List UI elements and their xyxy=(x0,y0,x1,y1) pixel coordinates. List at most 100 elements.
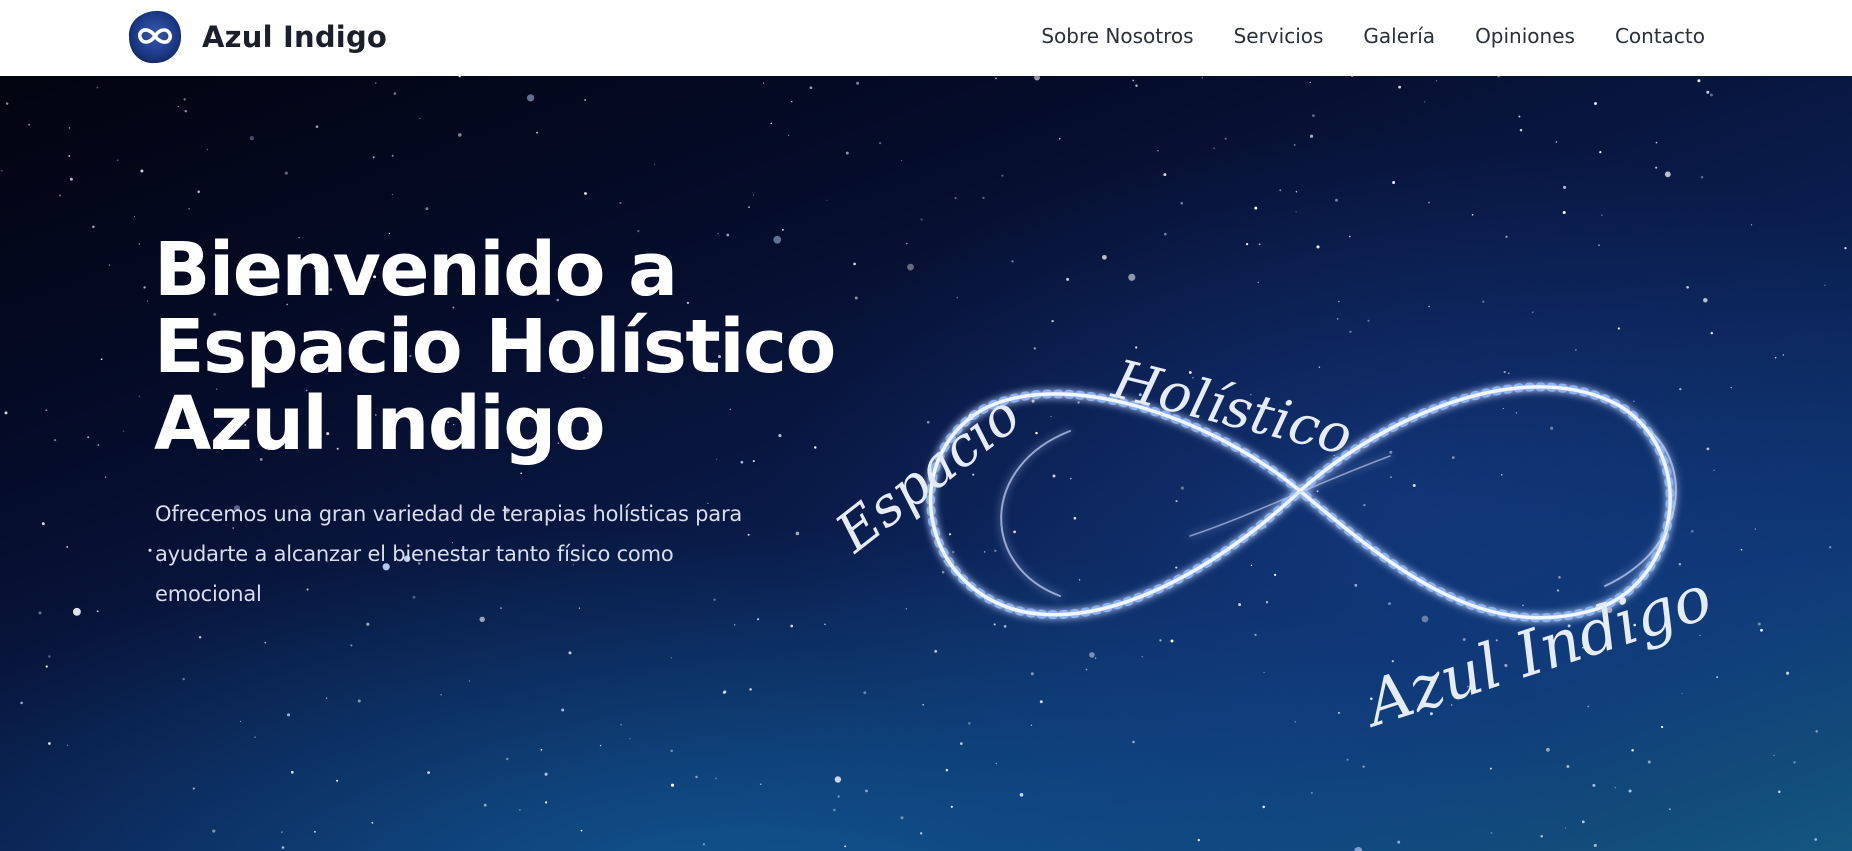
star xyxy=(584,98,587,102)
star xyxy=(1706,90,1710,94)
star xyxy=(544,801,548,804)
star xyxy=(1518,115,1521,118)
star xyxy=(72,607,81,616)
star xyxy=(900,159,903,162)
star xyxy=(770,122,772,125)
star xyxy=(584,192,587,195)
star xyxy=(177,106,179,108)
star xyxy=(148,548,152,552)
star xyxy=(670,749,673,753)
star xyxy=(133,215,136,218)
star xyxy=(66,546,69,548)
star xyxy=(350,644,353,647)
nav-link-opiniones[interactable]: Opiniones xyxy=(1475,24,1575,48)
star xyxy=(1700,176,1704,179)
star xyxy=(1128,273,1136,281)
star xyxy=(1601,214,1603,216)
star xyxy=(69,177,73,181)
star xyxy=(97,444,100,446)
star xyxy=(1844,246,1847,250)
star xyxy=(96,610,99,613)
star xyxy=(1163,173,1167,177)
star xyxy=(59,194,62,197)
star xyxy=(68,155,71,157)
star xyxy=(183,98,186,101)
star xyxy=(146,300,149,302)
star xyxy=(192,787,195,790)
star xyxy=(1180,202,1183,205)
nav-link-galeria[interactable]: Galería xyxy=(1363,24,1435,48)
star xyxy=(104,476,107,478)
star xyxy=(1428,201,1430,204)
star xyxy=(544,772,548,776)
hero-subtitle-line: Ofrecemos una gran variedad de terapias … xyxy=(155,502,743,526)
star xyxy=(1011,260,1014,263)
star xyxy=(619,201,622,205)
star xyxy=(670,657,672,659)
star xyxy=(519,809,521,811)
star xyxy=(313,830,316,833)
star xyxy=(290,770,294,774)
hero-subtitle: Ofrecemos una gran variedad de terapias … xyxy=(155,494,795,614)
star xyxy=(1295,211,1297,213)
star xyxy=(393,92,397,95)
star xyxy=(325,697,328,699)
star xyxy=(286,713,291,717)
star xyxy=(1295,191,1298,193)
star xyxy=(188,208,190,210)
star xyxy=(391,154,394,157)
site-header: Azul Indigo Sobre Nosotros Servicios Gal… xyxy=(0,0,1852,76)
star xyxy=(41,522,45,525)
star xyxy=(100,358,103,361)
star xyxy=(749,688,752,691)
star xyxy=(1066,277,1070,281)
hero-subtitle-line: emocional xyxy=(155,582,262,606)
star xyxy=(1750,224,1753,226)
star xyxy=(1655,141,1658,144)
star xyxy=(878,141,882,145)
emblem-caption: Espacio Holístico Azul Indigo xyxy=(830,347,1720,742)
star xyxy=(48,655,51,658)
nav-link-servicios[interactable]: Servicios xyxy=(1234,24,1324,48)
brand-home-link[interactable]: Azul Indigo xyxy=(126,8,387,66)
star xyxy=(1398,85,1402,89)
star xyxy=(1664,171,1671,178)
star xyxy=(756,618,760,621)
star xyxy=(1435,80,1438,82)
hero-title-line: Espacio Holístico xyxy=(154,304,836,390)
star xyxy=(53,438,57,442)
nav-link-contacto[interactable]: Contacto xyxy=(1615,24,1705,48)
star xyxy=(108,264,110,266)
star xyxy=(1351,76,1354,78)
nav-link-sobre-nosotros[interactable]: Sobre Nosotros xyxy=(1041,24,1193,48)
star xyxy=(505,757,509,761)
star xyxy=(419,118,421,120)
star xyxy=(920,218,923,221)
star xyxy=(568,651,572,655)
star xyxy=(1519,128,1523,132)
star xyxy=(1,170,3,172)
star xyxy=(1824,284,1826,286)
star xyxy=(856,81,860,85)
star xyxy=(1213,147,1215,149)
star xyxy=(1001,174,1004,177)
star xyxy=(1686,285,1689,289)
star xyxy=(714,777,717,780)
star xyxy=(695,775,698,779)
star xyxy=(1562,210,1566,215)
star xyxy=(1279,189,1282,192)
star xyxy=(795,531,800,536)
star xyxy=(1254,206,1258,210)
star xyxy=(468,680,471,682)
star xyxy=(116,159,119,162)
star xyxy=(1201,76,1204,79)
star xyxy=(20,701,23,705)
star xyxy=(733,624,736,626)
star xyxy=(391,193,394,196)
hero-title: Bienvenido a Espacio Holístico Azul Indi… xyxy=(154,232,854,463)
star xyxy=(92,225,95,229)
star xyxy=(995,77,997,80)
star xyxy=(240,720,242,722)
star xyxy=(284,171,288,175)
star xyxy=(427,771,430,774)
